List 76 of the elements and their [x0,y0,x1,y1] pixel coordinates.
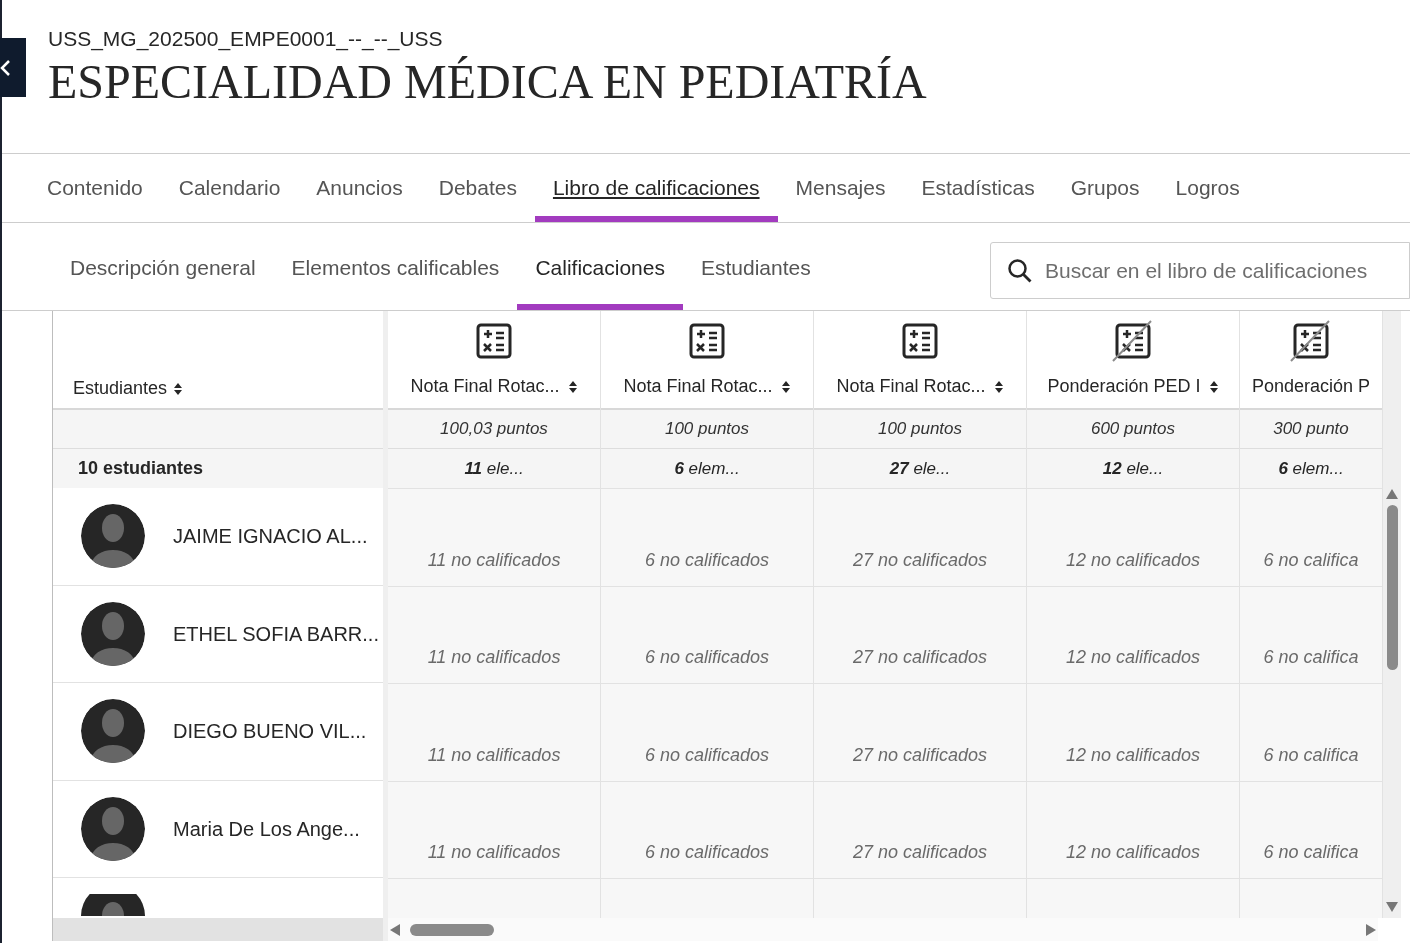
nav-tab[interactable]: Anuncios [298,154,421,222]
nav-tab[interactable]: Logros [1157,154,1258,222]
scroll-down-icon[interactable] [1386,902,1398,912]
scroll-left-icon[interactable] [390,923,400,936]
scroll-up-icon[interactable] [1386,489,1398,499]
grade-cell[interactable]: 27 no calificados [814,780,1026,878]
grade-column-header[interactable]: Ponderación PED I [1047,373,1219,400]
student-name[interactable]: DIEGO BUENO VIL... [173,716,367,747]
students-column-header[interactable]: Estudiantes [73,375,184,402]
course-title: ESPECIALIDAD MÉDICA EN PEDIATRÍA [48,54,928,110]
avatar-silhouette-icon [81,504,145,569]
grade-cell[interactable]: 27 no calificados [814,585,1026,683]
grade-cell[interactable]: 6 no calificados [601,488,813,586]
avatar-silhouette-icon [81,894,145,916]
points-total: 600 puntos [1090,418,1176,441]
grade-cell[interactable]: 6 no calificados [601,780,813,878]
student-count: 10 estudiantes [78,457,204,480]
points-total: 300 punto [1273,418,1349,441]
nav-tab[interactable]: Estadísticas [903,154,1053,222]
points-total: 100,03 puntos [440,418,548,441]
student-name[interactable]: JAIME IGNACIO AL... [173,521,368,552]
grade-cell[interactable]: 6 no califica [1240,780,1382,878]
close-panel-button[interactable] [0,38,26,97]
grade-column-header[interactable]: Nota Final Rotac... [623,373,791,400]
course-code: USS_MG_202500_EMPE0001_--_--_USS [48,26,444,52]
sub-tab[interactable]: Descripción general [52,223,274,310]
grade-cell[interactable]: 6 no calificados [601,585,813,683]
search-box[interactable]: Buscar en el libro de calificaciones [990,242,1410,299]
item-count: 27 ele... [889,457,951,480]
grade-cell[interactable]: 11 no calificados [388,585,600,683]
grade-cell[interactable] [1240,878,1382,918]
student-name[interactable]: Maria De Los Ange... [173,813,360,844]
grade-cell[interactable]: 12 no calificados [1027,585,1239,683]
grade-cell[interactable]: 27 no calificados [814,488,1026,586]
grade-column-header[interactable]: Ponderación P [1251,373,1371,400]
grade-cell[interactable]: 12 no calificados [1027,683,1239,781]
item-count: 6 elem... [1278,457,1344,480]
avatar-silhouette-icon [81,796,145,861]
avatar-silhouette-icon [81,699,145,764]
grade-cell[interactable]: 6 no califica [1240,585,1382,683]
grade-cell[interactable]: 11 no calificados [388,683,600,781]
item-count: 6 elem... [674,457,740,480]
vertical-scrollbar-thumb[interactable] [1386,505,1398,670]
grade-cell[interactable]: 27 no calificados [814,683,1026,781]
grade-cell[interactable] [1027,878,1239,918]
grade-cell[interactable]: 6 no califica [1240,488,1382,586]
grade-cell[interactable]: 11 no calificados [388,488,600,586]
grade-cell[interactable]: 12 no calificados [1027,488,1239,586]
grade-cell[interactable]: 6 no calificados [601,683,813,781]
nav-tab[interactable]: Contenido [29,154,161,222]
search-icon [1007,257,1033,284]
grade-cell[interactable]: 12 no calificados [1027,780,1239,878]
sub-tab[interactable]: Estudiantes [682,223,829,310]
search-input[interactable]: Buscar en el libro de calificaciones [1045,254,1409,287]
grade-cell[interactable] [814,878,1026,918]
student-name[interactable]: ETHEL SOFIA BARR... [173,618,379,649]
sub-tab[interactable]: Elementos calificables [273,223,518,310]
item-count: 12 ele... [1102,457,1164,480]
avatar-silhouette-icon [81,601,145,666]
points-total: 100 puntos [664,418,750,441]
nav-tab[interactable]: Debates [420,154,535,222]
grade-column-header[interactable]: Nota Final Rotac... [836,373,1004,400]
grade-column-header[interactable]: Nota Final Rotac... [410,373,578,400]
horizontal-scrollbar-thumb[interactable] [410,923,494,936]
grade-cell[interactable]: 6 no califica [1240,683,1382,781]
grade-cell[interactable] [601,878,813,918]
nav-tab[interactable]: Calendario [160,154,299,222]
nav-tab[interactable]: Libro de calificaciones [534,154,778,222]
chevron-left-icon [0,59,10,76]
item-count: 11 ele... [464,457,524,480]
points-total: 100 puntos [877,418,963,441]
grade-cell[interactable] [388,878,600,918]
nav-tab[interactable]: Grupos [1052,154,1158,222]
grade-cell[interactable]: 11 no calificados [388,780,600,878]
nav-tab[interactable]: Mensajes [777,154,904,222]
scroll-right-icon[interactable] [1366,923,1376,936]
